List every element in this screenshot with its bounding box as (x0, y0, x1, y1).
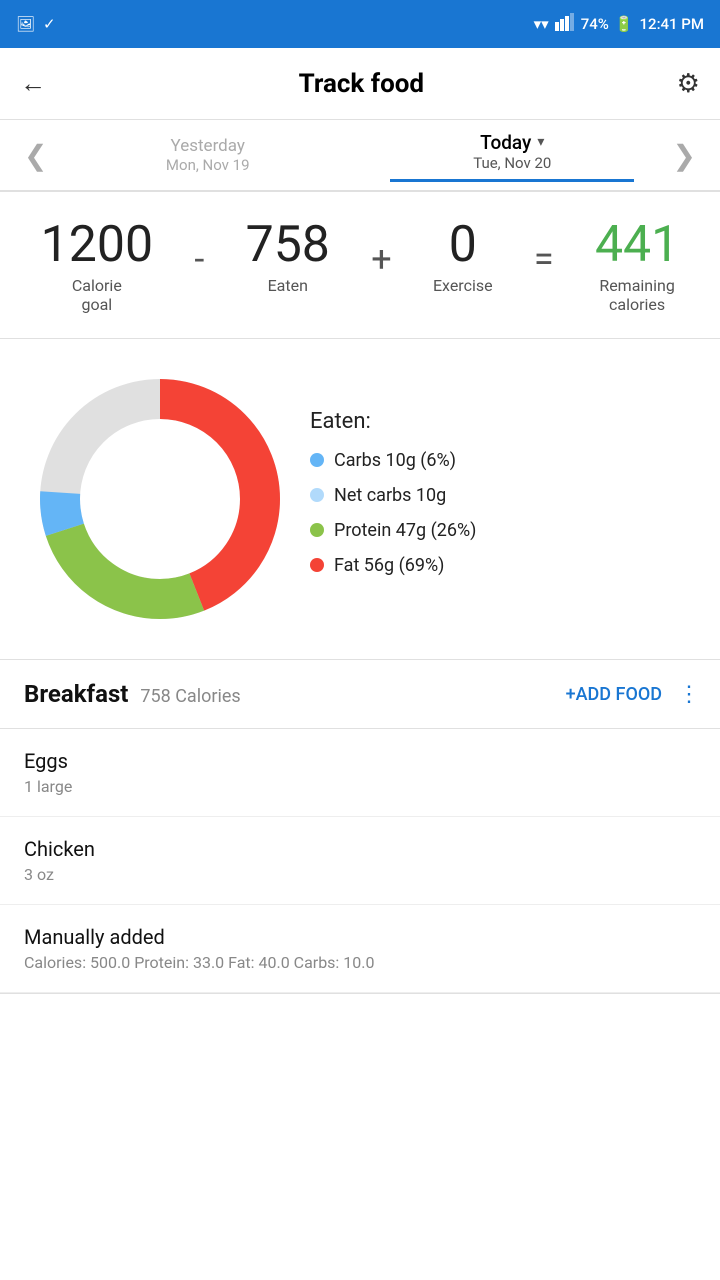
calories-exercise-label: Exercise (433, 276, 493, 295)
next-day-button[interactable]: ❯ (665, 131, 704, 180)
add-food-button[interactable]: +ADD FOOD (566, 684, 662, 705)
calories-remaining-value: 441 (595, 220, 679, 270)
nutrition-legend: Eaten: Carbs 10g (6%) Net carbs 10g Protei… (310, 409, 700, 590)
meal-calories: 758 Calories (140, 686, 240, 707)
signal-icon (555, 13, 575, 35)
time: 12:41 PM (640, 15, 704, 33)
calories-remaining: 441 Remainingcalories (595, 220, 679, 314)
status-right: ▾▾ 74% 🔋 12:41 PM (534, 13, 704, 35)
gallery-icon: 🖼 (16, 15, 35, 33)
legend-item: Carbs 10g (6%) (310, 450, 700, 471)
calories-eaten: 758 Eaten (246, 220, 330, 295)
dropdown-arrow-icon: ▾ (537, 134, 544, 150)
calorie-goal-value: 1200 (41, 220, 153, 270)
calories-eaten-value: 758 (246, 220, 330, 270)
calorie-goal: 1200 Caloriegoal (41, 220, 153, 314)
back-button[interactable]: ← (20, 68, 46, 99)
battery-icon: 🔋 (615, 15, 634, 33)
legend-title: Eaten: (310, 409, 700, 434)
calorie-summary: 1200 Caloriegoal - 758 Eaten + 0 Exercis… (0, 192, 720, 339)
legend-item: Fat 56g (69%) (310, 555, 700, 576)
page-title: Track food (299, 69, 424, 99)
yesterday-label: Yesterday (55, 136, 360, 156)
food-item-chicken[interactable]: Chicken 3 oz (0, 817, 720, 905)
food-name-chicken: Chicken (24, 837, 696, 861)
calorie-goal-label: Caloriegoal (41, 276, 153, 314)
food-name-manual: Manually added (24, 925, 696, 949)
meal-name: Breakfast (24, 680, 128, 708)
meal-title-group: Breakfast 758 Calories (24, 680, 241, 708)
food-name-eggs: Eggs (24, 749, 696, 773)
status-left: 🖼 ✓ (16, 15, 56, 33)
date-navigation: ❮ Yesterday Mon, Nov 19 Today ▾ Tue, Nov… (0, 120, 720, 192)
yesterday-date-label: Mon, Nov 19 (55, 156, 360, 174)
food-detail-manual: Calories: 500.0 Protein: 33.0 Fat: 40.0 … (24, 953, 696, 972)
food-detail-eggs: 1 large (24, 777, 696, 796)
app-bar: ← Track food ⚙ (0, 48, 720, 120)
settings-button[interactable]: ⚙ (677, 69, 700, 99)
donut-chart (30, 369, 290, 629)
calories-eaten-label: Eaten (246, 276, 330, 295)
more-options-button[interactable]: ⋮ (678, 682, 700, 707)
today-date-label: Tue, Nov 20 (360, 154, 665, 172)
minus-operator: - (194, 230, 204, 280)
battery-text: 74% (581, 15, 609, 33)
equals-operator: = (534, 230, 554, 280)
legend-item: Protein 47g (26%) (310, 520, 700, 541)
calories-exercise-value: 0 (433, 220, 493, 270)
legend-item-netcarbs: Net carbs 10g (310, 485, 700, 506)
meal-actions: +ADD FOOD ⋮ (566, 682, 700, 707)
prev-day-button[interactable]: ❮ (16, 131, 55, 180)
nutrition-chart-section: Eaten: Carbs 10g (6%) Net carbs 10g Protei… (0, 339, 720, 660)
yesterday-date[interactable]: Yesterday Mon, Nov 19 (55, 136, 360, 174)
calories-exercise: 0 Exercise (433, 220, 493, 295)
food-item-manual[interactable]: Manually added Calories: 500.0 Protein: … (0, 905, 720, 993)
meal-section: Breakfast 758 Calories +ADD FOOD ⋮ Eggs … (0, 660, 720, 994)
today-label: Today ▾ (360, 131, 665, 154)
food-detail-chicken: 3 oz (24, 865, 696, 884)
meal-header: Breakfast 758 Calories +ADD FOOD ⋮ (0, 660, 720, 729)
today-date[interactable]: Today ▾ Tue, Nov 20 (360, 131, 665, 180)
food-item-eggs[interactable]: Eggs 1 large (0, 729, 720, 817)
check-icon: ✓ (43, 15, 56, 33)
status-bar: 🖼 ✓ ▾▾ 74% 🔋 12:41 PM (0, 0, 720, 48)
wifi-icon: ▾▾ (534, 15, 549, 33)
plus-operator: + (371, 230, 391, 280)
calories-remaining-label: Remainingcalories (595, 276, 679, 314)
